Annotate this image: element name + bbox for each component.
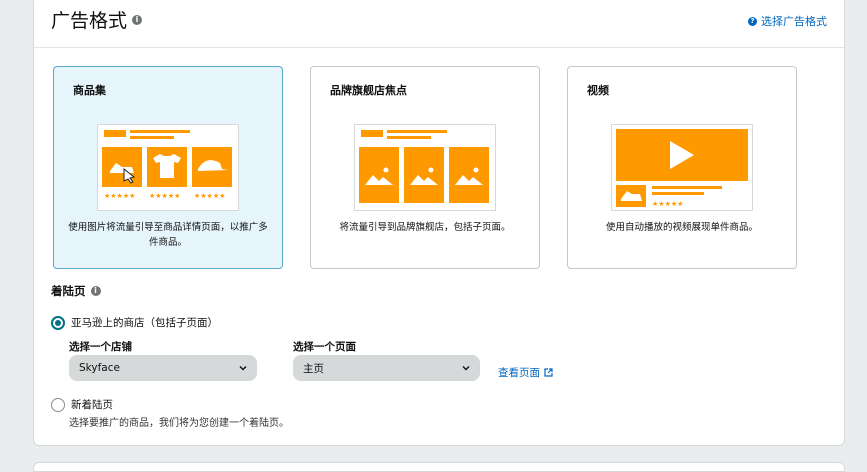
view-page-label: 查看页面 <box>498 367 540 379</box>
new-landing-description: 选择要推广的商品，我们将为您创建一个着陆页。 <box>69 418 289 429</box>
card-description: 将流量引导到品牌旗舰店，包括子页面。 <box>339 222 511 233</box>
radio-new-landing-page[interactable]: 新着陆页 <box>51 397 113 412</box>
svg-text:★★★★★: ★★★★★ <box>149 192 180 200</box>
svg-text:★★★★★: ★★★★★ <box>104 192 135 200</box>
page-title: 广告格式 i <box>51 6 143 33</box>
store-spotlight-illustration <box>354 124 496 211</box>
landing-page-label: 着陆页 i <box>51 283 101 299</box>
question-icon: ? <box>748 16 757 26</box>
next-panel-edge <box>33 462 845 472</box>
svg-text:★★★★★: ★★★★★ <box>194 192 225 200</box>
page-select-value: 主页 <box>303 362 324 375</box>
chevron-down-icon <box>462 366 470 371</box>
title-text: 广告格式 <box>51 10 128 32</box>
view-page-link[interactable]: 查看页面 <box>498 365 553 380</box>
help-link-label: 选择广告格式 <box>761 15 827 28</box>
card-title: 品牌旗舰店焦点 <box>330 84 407 97</box>
product-collection-illustration: ★★★★★ ★★★★★ ★★★★★ <box>97 124 239 211</box>
card-description: 使用自动播放的视频展现单件商品。 <box>605 222 758 233</box>
info-icon[interactable]: i <box>90 286 101 296</box>
store-select[interactable]: Skyface <box>69 355 257 381</box>
external-link-icon <box>544 368 553 377</box>
card-title: 商品集 <box>73 84 106 97</box>
store-select-value: Skyface <box>79 362 120 374</box>
radio-unchecked-icon[interactable] <box>51 397 65 412</box>
store-select-label: 选择一个店铺 <box>69 341 132 353</box>
format-card-video[interactable]: 视频 ★★★★★ 使用自动播放的视频展现单件商品。 <box>567 66 797 269</box>
help-link[interactable]: ? 选择广告格式 <box>748 13 827 29</box>
page-select[interactable]: 主页 <box>293 355 480 381</box>
svg-text:★★★★★: ★★★★★ <box>652 200 683 208</box>
radio-new-landing-label: 新着陆页 <box>71 399 113 411</box>
info-icon[interactable]: i <box>132 14 143 25</box>
radio-amazon-store[interactable]: 亚马逊上的商店（包括子页面） <box>51 315 218 330</box>
video-illustration: ★★★★★ <box>611 124 753 211</box>
format-card-store-spotlight[interactable]: 品牌旗舰店焦点 将流量引导到品牌旗舰店，包括子页面。 <box>310 66 540 269</box>
radio-checked-icon[interactable] <box>51 315 65 330</box>
panel-header: 广告格式 i ? 选择广告格式 <box>34 0 844 48</box>
card-title: 视频 <box>587 84 609 97</box>
format-card-product-collection[interactable]: 商品集 ★★★★★ ★★★★★ ★★★★★ 使用图片将流量引导至商品详情页面，以… <box>53 66 283 269</box>
radio-amazon-store-label: 亚马逊上的商店（包括子页面） <box>71 317 218 329</box>
chevron-down-icon <box>239 366 247 371</box>
page-select-label: 选择一个页面 <box>293 341 356 353</box>
card-description: 使用图片将流量引导至商品详情页面，以推广多件商品。 <box>68 222 268 248</box>
landing-label-text: 着陆页 <box>51 284 86 298</box>
